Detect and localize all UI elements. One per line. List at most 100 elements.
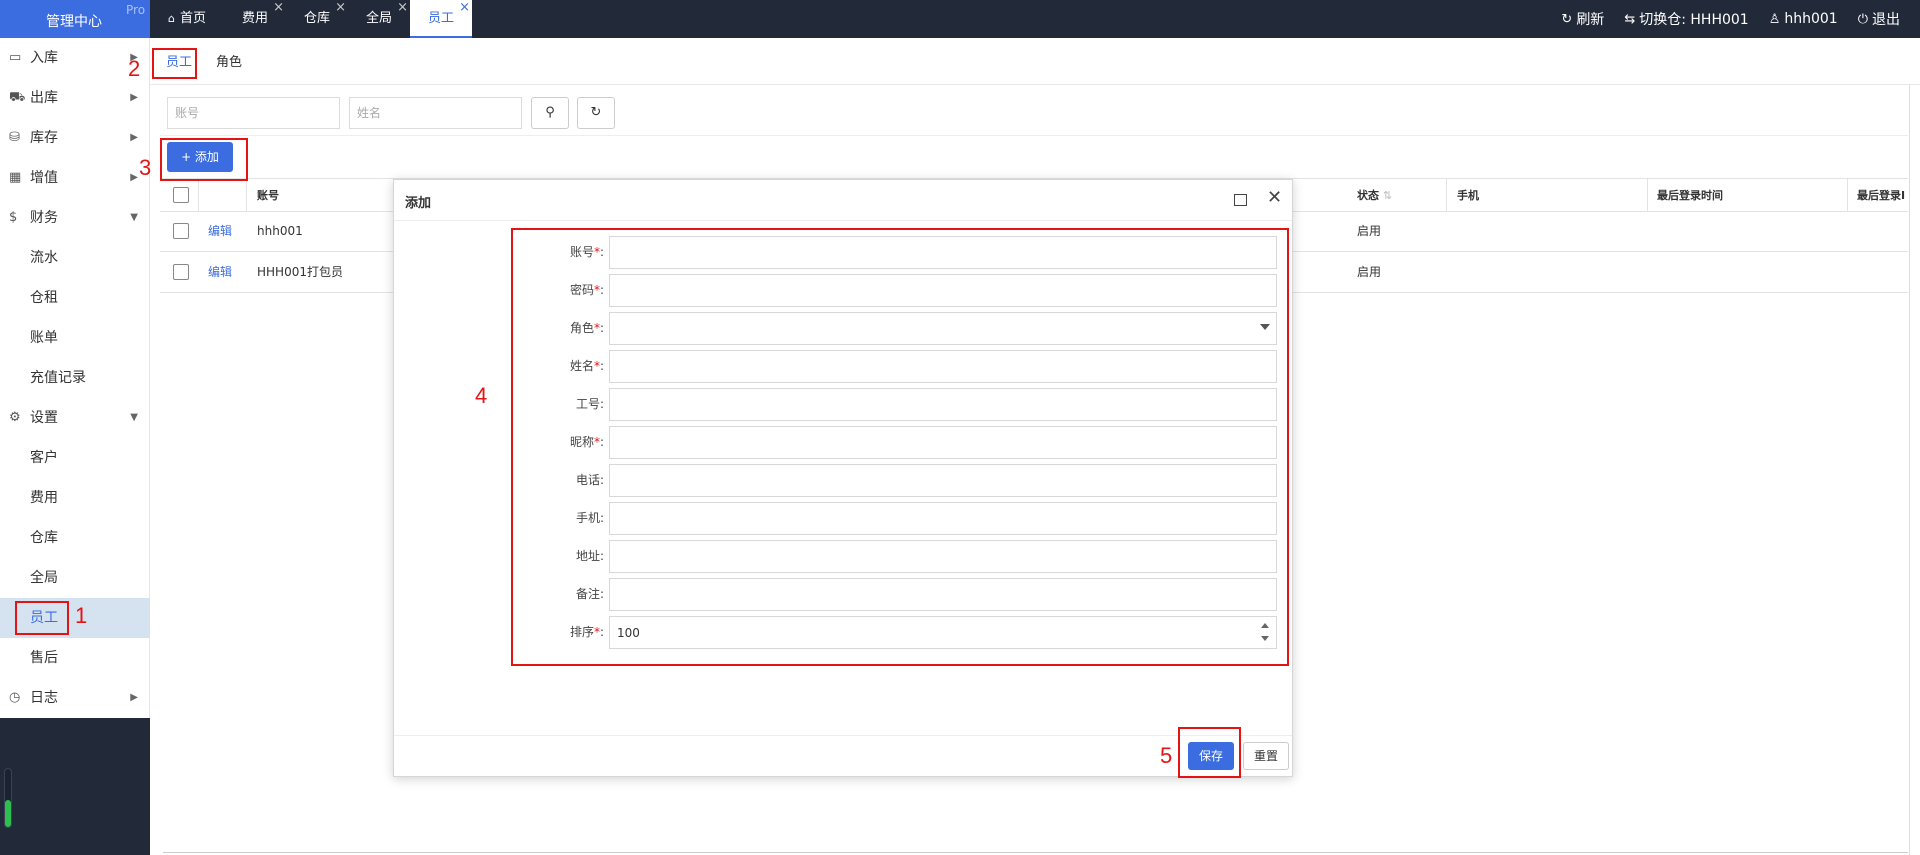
logout-label: 退出: [1872, 12, 1900, 28]
username: hhh001: [1784, 11, 1838, 27]
gears-icon: ⚙: [9, 410, 21, 425]
sidebar-item-bills[interactable]: 账单: [0, 318, 150, 358]
sidebar-item-flow[interactable]: 流水: [0, 238, 150, 278]
sidebar-group-label: 日志: [30, 690, 58, 706]
header-status[interactable]: 状态 ⇅: [1357, 179, 1392, 212]
modal-header: 添加 ✕: [394, 180, 1292, 221]
close-icon[interactable]: ×: [273, 0, 284, 27]
header-last-login-time[interactable]: 最后登录时间: [1657, 179, 1723, 212]
annotation-box-2: [152, 48, 197, 79]
sidebar-group-inventory[interactable]: ⛁ 库存 ▶: [0, 118, 150, 158]
sidebar-item-global[interactable]: 全局: [0, 558, 150, 598]
logout-icon: ⏻: [1857, 11, 1868, 27]
top-right-actions: ↻ 刷新 ⇆ 切换仓: HHH001 ♙ hhh001 ⏻ 退出: [1561, 0, 1920, 38]
clock-icon: ◷: [9, 690, 21, 705]
chevron-right-icon: ▶: [130, 172, 138, 183]
sidebar-footer: [0, 718, 150, 855]
switch-icon: ⇆: [1624, 11, 1636, 27]
name-search-input[interactable]: [349, 97, 522, 129]
logout-button[interactable]: ⏻ 退出: [1858, 9, 1900, 29]
tab-fees[interactable]: 费用 ×: [224, 0, 286, 38]
sidebar-group-label: 库存: [30, 130, 58, 146]
switch-warehouse-button[interactable]: ⇆ 切换仓: HHH001: [1624, 9, 1748, 29]
refresh-icon: ↻: [1561, 11, 1573, 27]
sidebar-item-label: 费用: [30, 490, 58, 506]
close-icon[interactable]: ×: [335, 0, 346, 27]
cell-account: hhh001: [257, 224, 303, 238]
modal-footer: [394, 735, 1292, 776]
tab-label: 员工: [428, 11, 455, 26]
subtab-roles[interactable]: 角色: [210, 50, 248, 76]
home-icon: ⌂: [168, 12, 175, 25]
row-checkbox[interactable]: [173, 264, 189, 280]
content-edge: [1909, 85, 1910, 855]
sidebar-scroll-thumb[interactable]: [5, 800, 11, 827]
sort-icon: ⇅: [1382, 189, 1393, 202]
close-icon[interactable]: ✕: [1267, 187, 1282, 208]
inbox-icon: ▭: [9, 50, 22, 65]
select-all-checkbox[interactable]: [173, 187, 189, 203]
sidebar-group-finance[interactable]: $ 财务 ▼: [0, 198, 150, 238]
refresh-label: 刷新: [1576, 12, 1605, 28]
brand-title: 管理中心: [46, 14, 102, 30]
search-icon: ⚲: [545, 105, 555, 120]
sidebar-item-label: 账单: [30, 330, 58, 346]
sidebar-group-logs[interactable]: ◷ 日志 ▶: [0, 678, 150, 718]
tab-global[interactable]: 全局 ×: [348, 0, 410, 38]
sidebar-item-fees[interactable]: 费用: [0, 478, 150, 518]
sidebar-item-label: 客户: [30, 450, 58, 466]
sidebar-item-label: 售后: [30, 650, 58, 666]
header-phone[interactable]: 手机: [1457, 179, 1479, 212]
tab-label: 首页: [179, 11, 206, 26]
reset-button[interactable]: 重置: [1243, 742, 1289, 770]
sidebar-group-settings[interactable]: ⚙ 设置 ▼: [0, 398, 150, 438]
boxes-icon: ⛁: [9, 130, 20, 145]
chevron-right-icon: ▶: [130, 692, 138, 703]
sidebar-item-label: 充值记录: [30, 370, 86, 386]
annotation-label-1: 1: [75, 603, 88, 628]
tab-warehouse[interactable]: 仓库 ×: [286, 0, 348, 38]
close-icon[interactable]: ×: [459, 0, 470, 27]
close-icon[interactable]: ×: [397, 0, 408, 27]
chevron-down-icon: ▼: [130, 412, 138, 423]
tab-home[interactable]: ⌂ 首页: [150, 0, 224, 38]
annotation-box-1: [15, 601, 69, 635]
edit-link[interactable]: 编辑: [208, 211, 232, 251]
sidebar-group-label: 设置: [30, 410, 58, 426]
annotation-label-2: 2: [128, 56, 141, 81]
sidebar-item-after-sales[interactable]: 售后: [0, 638, 150, 678]
cell-status: 启用: [1357, 265, 1382, 279]
account-search-input[interactable]: [167, 97, 340, 129]
annotation-box-3: [160, 138, 248, 181]
chevron-right-icon: ▶: [130, 92, 138, 103]
edit-link[interactable]: 编辑: [208, 252, 232, 292]
chevron-right-icon: ▶: [130, 132, 138, 143]
user-menu[interactable]: ♙ hhh001: [1769, 11, 1838, 27]
sidebar-group-value-added[interactable]: ▦ 增值 ▶: [0, 158, 150, 198]
row-checkbox[interactable]: [173, 223, 189, 239]
chevron-down-icon: ▼: [130, 212, 138, 223]
reset-search-button[interactable]: ↻: [577, 97, 615, 129]
cell-status: 启用: [1357, 224, 1382, 238]
sidebar-item-customers[interactable]: 客户: [0, 438, 150, 478]
sidebar-group-outbound[interactable]: ⛟ 出库 ▶: [0, 78, 150, 118]
sidebar-item-warehouse[interactable]: 仓库: [0, 518, 150, 558]
sidebar-item-label: 仓库: [30, 530, 58, 546]
sidebar-group-label: 出库: [30, 90, 58, 106]
refresh-button[interactable]: ↻ 刷新: [1561, 9, 1604, 29]
dollar-icon: $: [9, 210, 18, 225]
grid-icon: ▦: [9, 170, 22, 185]
brand-badge: Pro: [126, 3, 146, 17]
sidebar-item-recharge[interactable]: 充值记录: [0, 358, 150, 398]
search-button[interactable]: ⚲: [531, 97, 569, 129]
annotation-label-4: 4: [475, 383, 488, 408]
header-account[interactable]: 账号: [257, 179, 279, 212]
switch-warehouse-label: 切换仓: HHH001: [1639, 12, 1749, 28]
maximize-icon[interactable]: [1232, 191, 1248, 207]
tab-staff[interactable]: 员工 ×: [410, 0, 473, 38]
sidebar-item-storage-rent[interactable]: 仓租: [0, 278, 150, 318]
brand[interactable]: 管理中心 Pro: [0, 0, 150, 38]
annotation-label-3: 3: [139, 155, 152, 180]
header-last-login-ip[interactable]: 最后登录I: [1857, 179, 1908, 212]
table-bottom-border: [163, 852, 1908, 853]
